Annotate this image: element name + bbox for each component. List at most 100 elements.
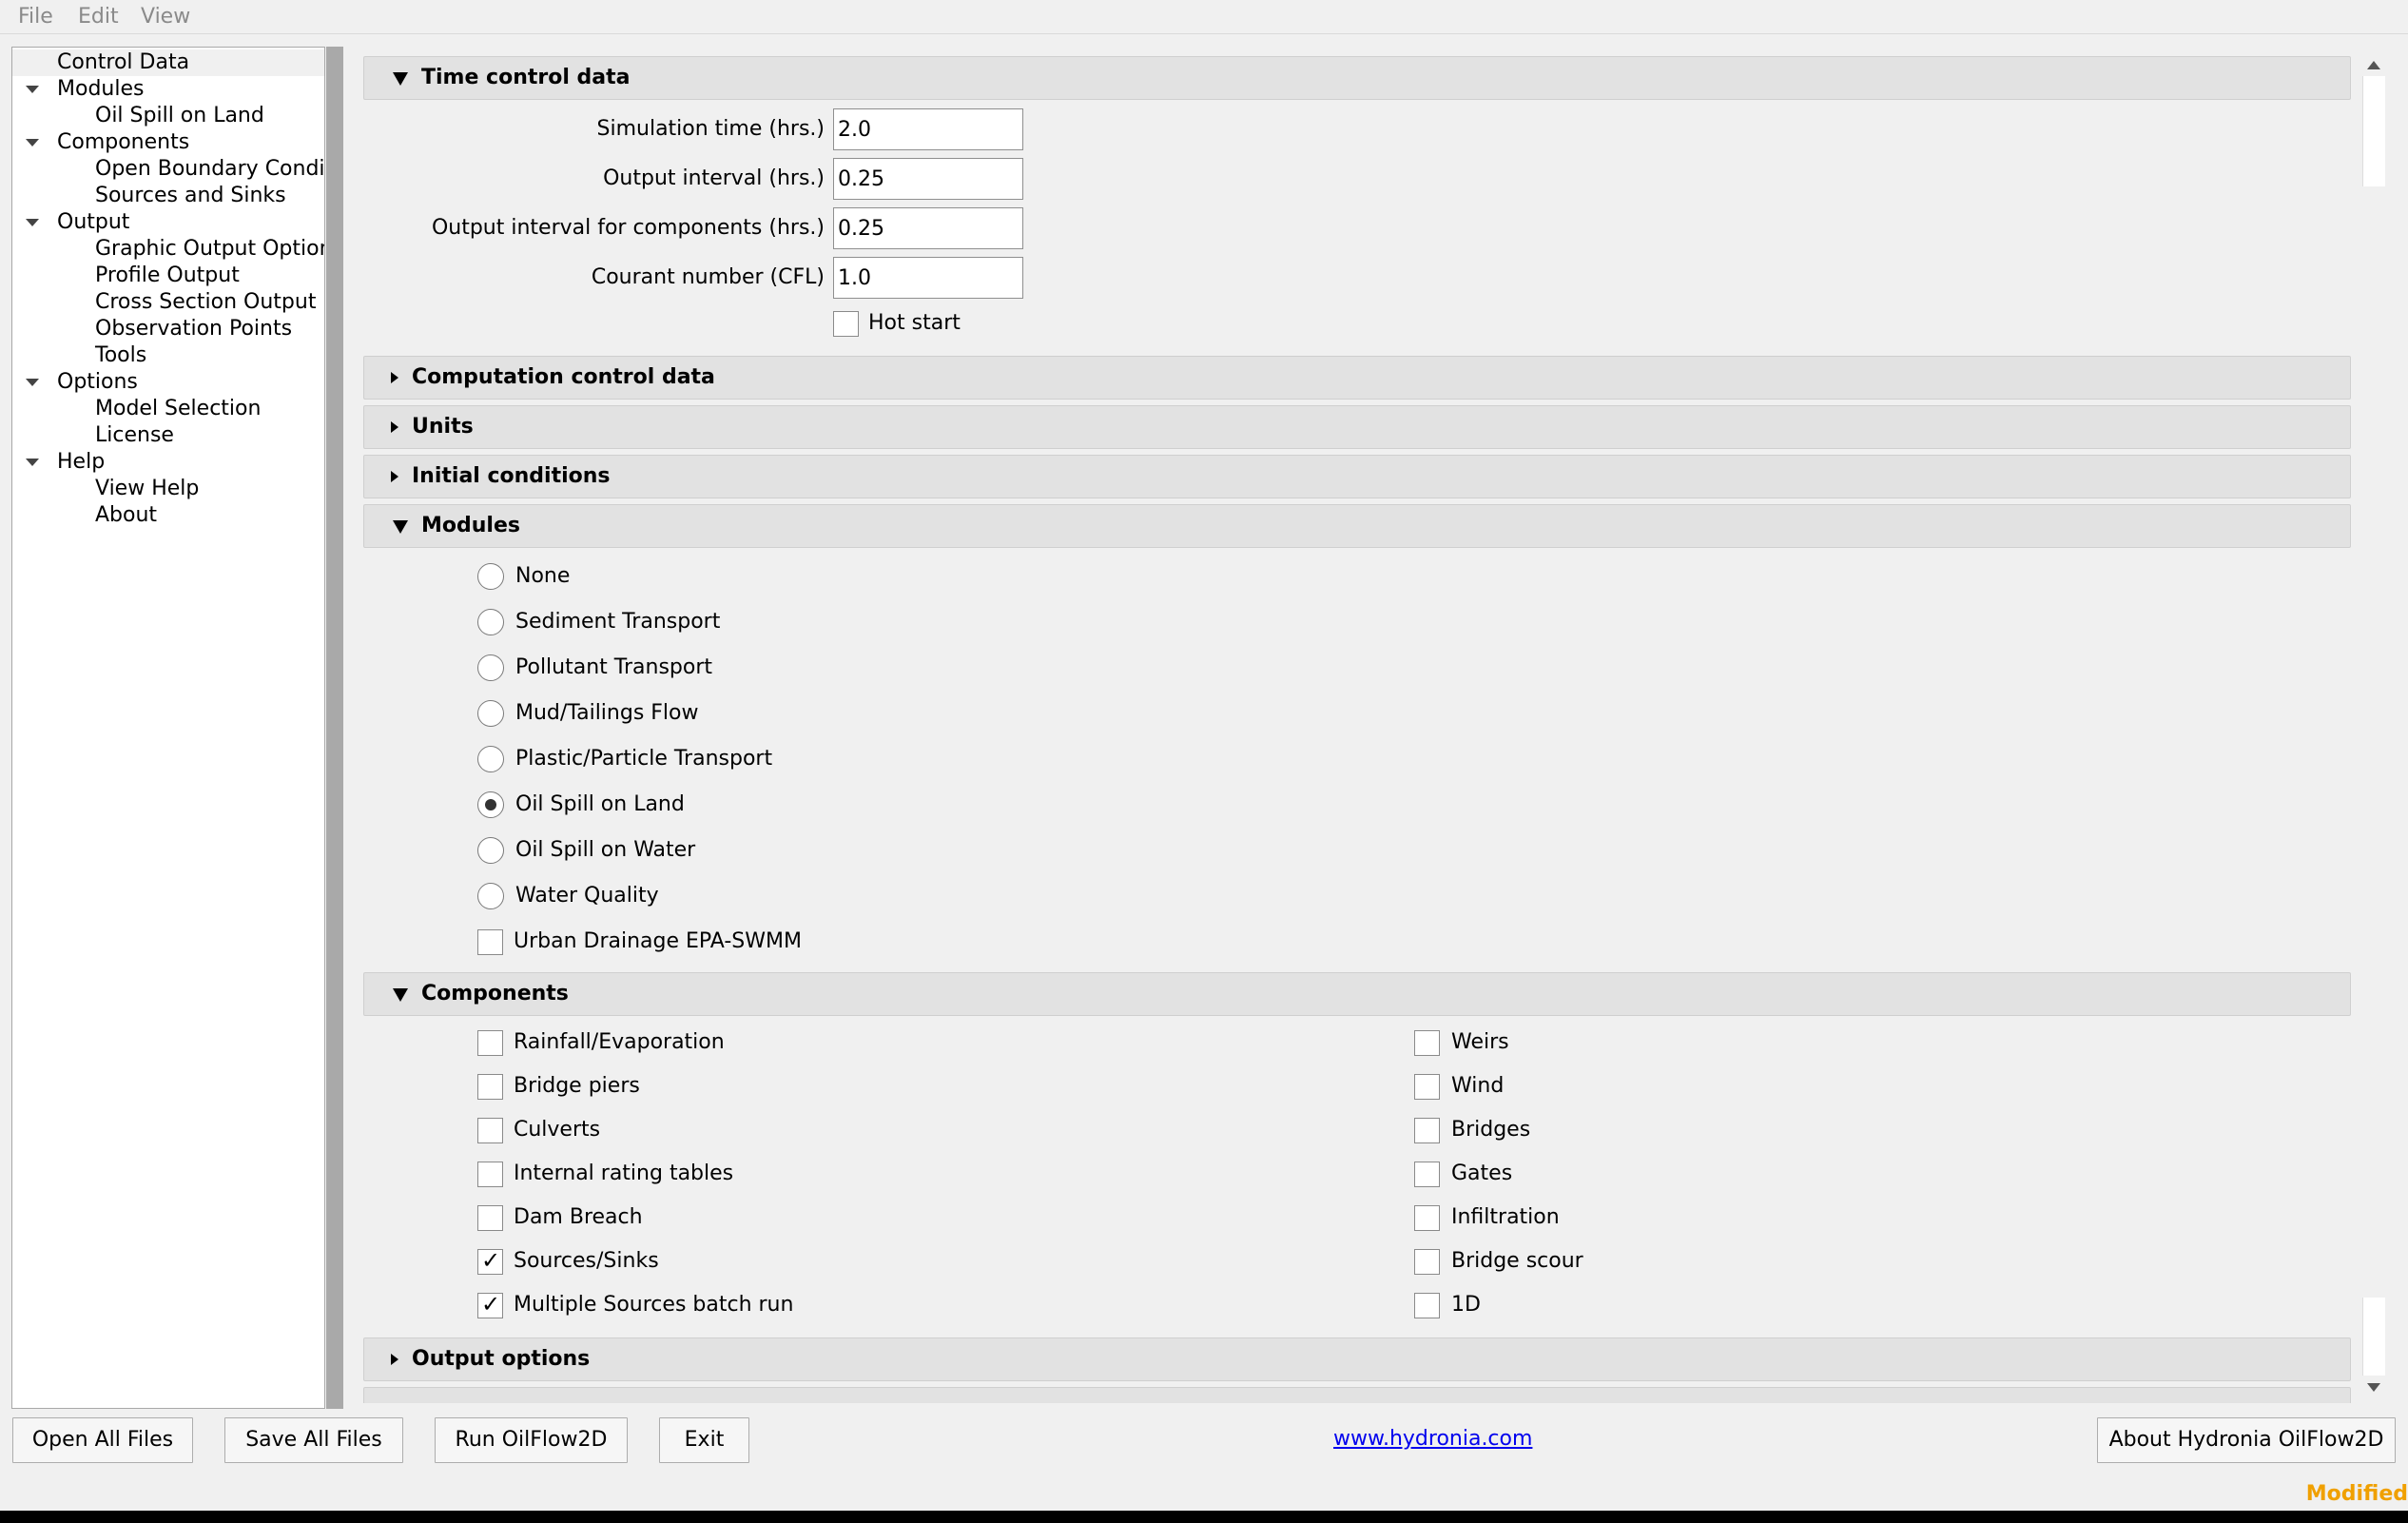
about-hydronia-button[interactable]: About Hydronia OilFlow2D (2097, 1417, 2396, 1463)
urban-drainage-label: Urban Drainage EPA-SWMM (514, 929, 802, 953)
nav-item-oil-spill-on-land[interactable]: Oil Spill on Land (12, 103, 324, 129)
menu-file[interactable]: File (18, 4, 53, 30)
module-radio-mud-tailings-flow[interactable] (477, 700, 504, 727)
module-label: Water Quality (515, 884, 659, 908)
section-modules[interactable]: Modules (363, 504, 2351, 548)
nav-item-open-boundary-conditions[interactable]: Open Boundary Condi... (12, 156, 324, 183)
nav-item-view-help[interactable]: View Help (12, 476, 324, 502)
open-all-files-button[interactable]: Open All Files (12, 1417, 193, 1463)
section-time-control[interactable]: Time control data (363, 56, 2351, 100)
module-label: Pollutant Transport (515, 655, 713, 679)
section-next-partial[interactable] (363, 1387, 2351, 1403)
menu-edit[interactable]: Edit (78, 4, 119, 30)
component-checkbox-sources-sinks[interactable]: ✓ (477, 1247, 503, 1275)
expand-arrow-icon (391, 471, 398, 482)
collapse-arrow-icon (393, 72, 408, 86)
component-checkbox-internal-rating-tables[interactable] (477, 1162, 503, 1187)
component-checkbox-wind[interactable] (1414, 1074, 1440, 1100)
nav-item-tools[interactable]: Tools (12, 342, 324, 369)
component-label: Rainfall/Evaporation (514, 1030, 725, 1054)
section-components[interactable]: Components (363, 972, 2351, 1016)
hot-start-label: Hot start (868, 311, 961, 335)
component-label: Multiple Sources batch run (514, 1293, 794, 1317)
section-initial-conditions[interactable]: Initial conditions (363, 455, 2351, 498)
section-output-options[interactable]: Output options (363, 1338, 2351, 1381)
expand-arrow-icon[interactable] (26, 139, 39, 146)
nav-item-output[interactable]: Output (12, 209, 324, 236)
checkmark-icon: ✓ (481, 1291, 501, 1318)
component-label: Weirs (1451, 1030, 1509, 1054)
section-title: Units (412, 415, 474, 439)
component-checkbox-dam-breach[interactable] (477, 1205, 503, 1231)
component-checkbox-rainfall-evaporation[interactable] (477, 1030, 503, 1056)
scroll-up-arrow-icon[interactable] (2367, 61, 2380, 69)
nav-item-model-selection[interactable]: Model Selection (12, 396, 324, 422)
output-interval-components-input[interactable] (833, 207, 1023, 249)
nav-item-label: Observation Points (95, 317, 293, 341)
expand-arrow-icon[interactable] (26, 86, 39, 93)
module-radio-pollutant-transport[interactable] (477, 654, 504, 681)
nav-item-label: Help (57, 450, 106, 474)
nav-item-help[interactable]: Help (12, 449, 324, 476)
nav-item-cross-section-output[interactable]: Cross Section Output (12, 289, 324, 316)
module-radio-oil-spill-on-water[interactable] (477, 837, 504, 864)
expand-arrow-icon[interactable] (26, 379, 39, 386)
module-label: Mud/Tailings Flow (515, 701, 699, 725)
output-interval-components-label: Output interval for components (hrs.) (431, 216, 825, 240)
module-radio-water-quality[interactable] (477, 883, 504, 909)
expand-arrow-icon[interactable] (26, 459, 39, 466)
hydronia-website-link[interactable]: www.hydronia.com (1333, 1425, 1532, 1454)
nav-item-about[interactable]: About (12, 502, 324, 529)
scrollbar-track-upper[interactable] (2362, 76, 2385, 186)
module-radio-oil-spill-on-land[interactable] (477, 791, 504, 818)
nav-item-options[interactable]: Options (12, 369, 324, 396)
nav-item-components[interactable]: Components (12, 129, 324, 156)
scrollbar-thumb[interactable] (2362, 1298, 2385, 1376)
expand-arrow-icon[interactable] (26, 219, 39, 226)
module-label: Plastic/Particle Transport (515, 747, 773, 771)
component-checkbox-bridge-scour[interactable] (1414, 1249, 1440, 1275)
nav-item-control-data[interactable]: Control Data (12, 49, 324, 76)
control-data-panel: Time control data Simulation time (hrs.)… (344, 47, 2362, 1403)
expand-arrow-icon (391, 421, 398, 433)
section-computation-control[interactable]: Computation control data (363, 356, 2351, 400)
courant-number-input[interactable] (833, 257, 1023, 299)
module-radio-sediment-transport[interactable] (477, 609, 504, 635)
hot-start-checkbox[interactable] (833, 311, 859, 337)
vertical-scrollbar[interactable] (2362, 53, 2385, 1402)
section-title: Components (421, 982, 569, 1006)
nav-item-observation-points[interactable]: Observation Points (12, 316, 324, 342)
module-radio-plastic-particle-transport[interactable] (477, 746, 504, 772)
output-interval-input[interactable] (833, 158, 1023, 200)
navigation-tree: Control Data Modules Oil Spill on Land C… (11, 47, 325, 1409)
section-units[interactable]: Units (363, 405, 2351, 449)
nav-item-sources-and-sinks[interactable]: Sources and Sinks (12, 183, 324, 209)
component-checkbox-weirs[interactable] (1414, 1030, 1440, 1056)
nav-item-profile-output[interactable]: Profile Output (12, 263, 324, 289)
module-radio-none[interactable] (477, 563, 504, 590)
nav-item-label: View Help (95, 477, 200, 500)
nav-item-graphic-output-options[interactable]: Graphic Output Options (12, 236, 324, 263)
scroll-down-arrow-icon[interactable] (2367, 1383, 2380, 1392)
splitter-handle[interactable] (326, 47, 343, 1409)
urban-drainage-checkbox[interactable] (477, 929, 503, 955)
radio-selected-dot (485, 799, 496, 810)
module-label: Oil Spill on Water (515, 838, 696, 862)
save-all-files-button[interactable]: Save All Files (224, 1417, 403, 1463)
nav-item-modules[interactable]: Modules (12, 76, 324, 103)
run-oilflow2d-button[interactable]: Run OilFlow2D (435, 1417, 628, 1463)
component-checkbox-gates[interactable] (1414, 1162, 1440, 1187)
component-checkbox-culverts[interactable] (477, 1118, 503, 1143)
component-checkbox-bridges[interactable] (1414, 1118, 1440, 1143)
component-checkbox-bridge-piers[interactable] (477, 1074, 503, 1100)
exit-button[interactable]: Exit (659, 1417, 749, 1463)
nav-item-license[interactable]: License (12, 422, 324, 449)
component-label: Wind (1451, 1074, 1505, 1098)
section-title: Time control data (421, 66, 631, 89)
component-checkbox-1d[interactable] (1414, 1293, 1440, 1318)
component-checkbox-infiltration[interactable] (1414, 1205, 1440, 1231)
simulation-time-input[interactable] (833, 108, 1023, 150)
component-checkbox-multiple-sources-batch-run[interactable]: ✓ (477, 1291, 503, 1318)
menu-bar: File Edit View (0, 0, 2408, 34)
menu-view[interactable]: View (141, 4, 190, 30)
